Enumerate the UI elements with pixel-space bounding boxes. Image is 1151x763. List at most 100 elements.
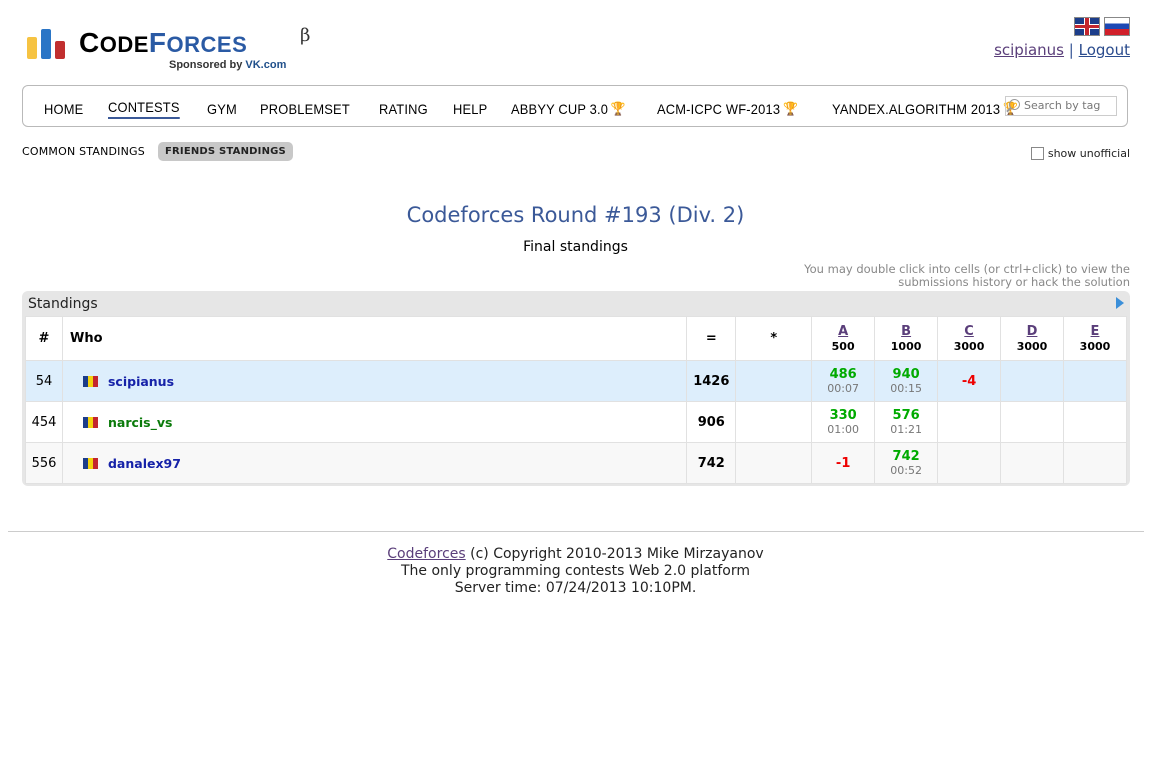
- handle-link[interactable]: narcis_vs: [108, 415, 172, 430]
- footer-codeforces-link[interactable]: Codeforces: [387, 546, 465, 562]
- penalty-cell: [735, 360, 813, 402]
- problem-cell-d[interactable]: [1000, 442, 1064, 484]
- romania-flag-icon: [82, 375, 98, 387]
- rank-cell: 454: [25, 401, 63, 443]
- rank-cell: 54: [25, 360, 63, 402]
- romania-flag-icon: [82, 457, 98, 469]
- standings-box: Standings # Who = * A 500 B 1000 C 3000 D 3000 E…: [22, 291, 1130, 486]
- problem-header-b: B 1000: [874, 316, 939, 361]
- rank-cell: 556: [25, 442, 63, 484]
- trophy-icon: 🏆: [611, 101, 627, 116]
- menu-item-acm-icpc-wf-2013[interactable]: ACM-ICPC WF-2013 🏆: [657, 99, 798, 119]
- handle-link[interactable]: scipianus: [108, 374, 174, 389]
- search-placeholder: Search by tag: [1024, 99, 1101, 112]
- search-icon: [1009, 99, 1020, 110]
- search-input[interactable]: Search by tag: [1005, 96, 1117, 116]
- menu-item-help[interactable]: HELP: [453, 99, 487, 119]
- problem-cell-a[interactable]: 486 00:07: [811, 360, 876, 402]
- menu-item-label: GYM: [206, 101, 237, 117]
- russian-flag-icon[interactable]: [1104, 17, 1130, 36]
- problem-cell-a[interactable]: 330 01:00: [811, 401, 876, 443]
- problem-time: 00:07: [827, 382, 859, 395]
- handle-link[interactable]: danalex97: [108, 456, 181, 471]
- codeforces-logo[interactable]: CODEFORCES β Sponsored by VK.com: [27, 25, 327, 77]
- problem-time: 00:52: [890, 464, 922, 477]
- problem-score: 576: [892, 408, 920, 423]
- problem-link[interactable]: E: [1064, 324, 1126, 339]
- problem-cell-b[interactable]: 742 00:52: [874, 442, 939, 484]
- menu-item-rating[interactable]: RATING: [379, 99, 428, 119]
- problem-link[interactable]: D: [1001, 324, 1063, 339]
- who-header: Who: [61, 316, 688, 361]
- footer-divider: [8, 531, 1144, 532]
- language-flags: [1074, 17, 1130, 36]
- problem-time: 01:21: [890, 423, 922, 436]
- hint-text: You may double click into cells (or ctrl…: [804, 262, 1130, 289]
- problem-header-a: A 500: [811, 316, 876, 361]
- problem-link[interactable]: B: [875, 324, 937, 339]
- problem-link[interactable]: A: [812, 324, 874, 339]
- menu-item-yandex-algorithm-2013[interactable]: YANDEX.ALGORITHM 2013 🏆: [832, 99, 1018, 119]
- table-row: 54 scipianus 1426 486 00:07 940 00:15 -4: [25, 360, 1128, 402]
- problem-header-d: D 3000: [1000, 316, 1064, 361]
- menu-item-label: CONTESTS: [107, 99, 180, 115]
- problem-cell-b[interactable]: 940 00:15: [874, 360, 939, 402]
- logo-bars-icon: [27, 29, 69, 59]
- problem-points: 3000: [1079, 340, 1111, 353]
- menu-item-gym[interactable]: GYM: [207, 99, 237, 119]
- problem-time: 01:00: [827, 423, 859, 436]
- menu-item-problemset[interactable]: PROBLEMSET: [260, 99, 350, 119]
- problem-points: 500: [831, 340, 855, 353]
- tab-friends-standings[interactable]: FRIENDS STANDINGS: [157, 142, 293, 161]
- problem-cell-c[interactable]: [937, 442, 1002, 484]
- username-link[interactable]: scipianus: [994, 41, 1064, 59]
- contest-title: Codeforces Round #193 (Div. 2): [406, 203, 745, 227]
- party-cell: scipianus: [61, 360, 688, 402]
- problem-cell-e[interactable]: [1062, 442, 1128, 484]
- standings-status: Final standings: [523, 239, 628, 255]
- score-cell: 742: [686, 442, 737, 484]
- problem-cell-d[interactable]: [1000, 360, 1064, 402]
- english-flag-icon[interactable]: [1074, 17, 1100, 36]
- menu-item-home[interactable]: HOME: [44, 99, 83, 119]
- problem-link[interactable]: C: [938, 324, 1000, 339]
- score-cell: 906: [686, 401, 737, 443]
- standings-table: # Who = * A 500 B 1000 C 3000 D 3000 E 3000 54 sci…: [25, 316, 1128, 484]
- sponsor-line: Sponsored by VK.com: [169, 59, 287, 71]
- tab-common-standings[interactable]: COMMON STANDINGS: [22, 142, 152, 161]
- menu-item-label: HELP: [452, 101, 488, 117]
- logo-beta: β: [300, 25, 311, 46]
- problem-cell-c[interactable]: [937, 401, 1002, 443]
- menu-item-contests[interactable]: CONTESTS: [107, 99, 180, 119]
- show-unofficial-label: show unofficial: [1047, 147, 1130, 160]
- romania-flag-icon: [82, 416, 98, 428]
- rank-header: #: [25, 316, 63, 361]
- trophy-icon: 🏆: [783, 101, 799, 116]
- problem-score: 486: [829, 367, 857, 382]
- show-unofficial-toggle[interactable]: show unofficial: [1030, 147, 1130, 160]
- problem-points: 3000: [953, 340, 985, 353]
- score-cell: 1426: [686, 360, 737, 402]
- problem-cell-b[interactable]: 576 01:21: [874, 401, 939, 443]
- menu-item-label: ABBYY CUP 3.0: [511, 101, 609, 117]
- problem-score: 940: [892, 367, 920, 382]
- menu-item-label: RATING: [378, 101, 428, 117]
- main-menu: HOME CONTESTS GYM PROBLEMSET RATING HELP ABBYY…: [22, 85, 1128, 127]
- problem-cell-d[interactable]: [1000, 401, 1064, 443]
- problem-cell-e[interactable]: [1062, 401, 1128, 443]
- problem-cell-c[interactable]: -4: [937, 360, 1002, 402]
- menu-item-abbyy-cup-3-0[interactable]: ABBYY CUP 3.0 🏆: [511, 99, 626, 119]
- problem-cell-e[interactable]: [1062, 360, 1128, 402]
- problem-cell-a[interactable]: -1: [811, 442, 876, 484]
- menu-item-label: PROBLEMSET: [260, 101, 351, 117]
- problem-header-e: E 3000: [1062, 316, 1128, 361]
- expand-arrow-icon[interactable]: [1116, 297, 1124, 309]
- points-header: =: [686, 316, 737, 361]
- logout-link[interactable]: Logout: [1079, 41, 1130, 59]
- footer-copyright: (c) Copyright 2010-2013 Mike Mirzayanov: [470, 546, 764, 562]
- show-unofficial-checkbox[interactable]: [1030, 147, 1044, 160]
- standings-tabs: COMMON STANDINGS FRIENDS STANDINGS: [22, 142, 293, 161]
- penalty-cell: [735, 401, 813, 443]
- penalty-header: *: [735, 316, 813, 361]
- user-bar-separator: |: [1068, 41, 1074, 59]
